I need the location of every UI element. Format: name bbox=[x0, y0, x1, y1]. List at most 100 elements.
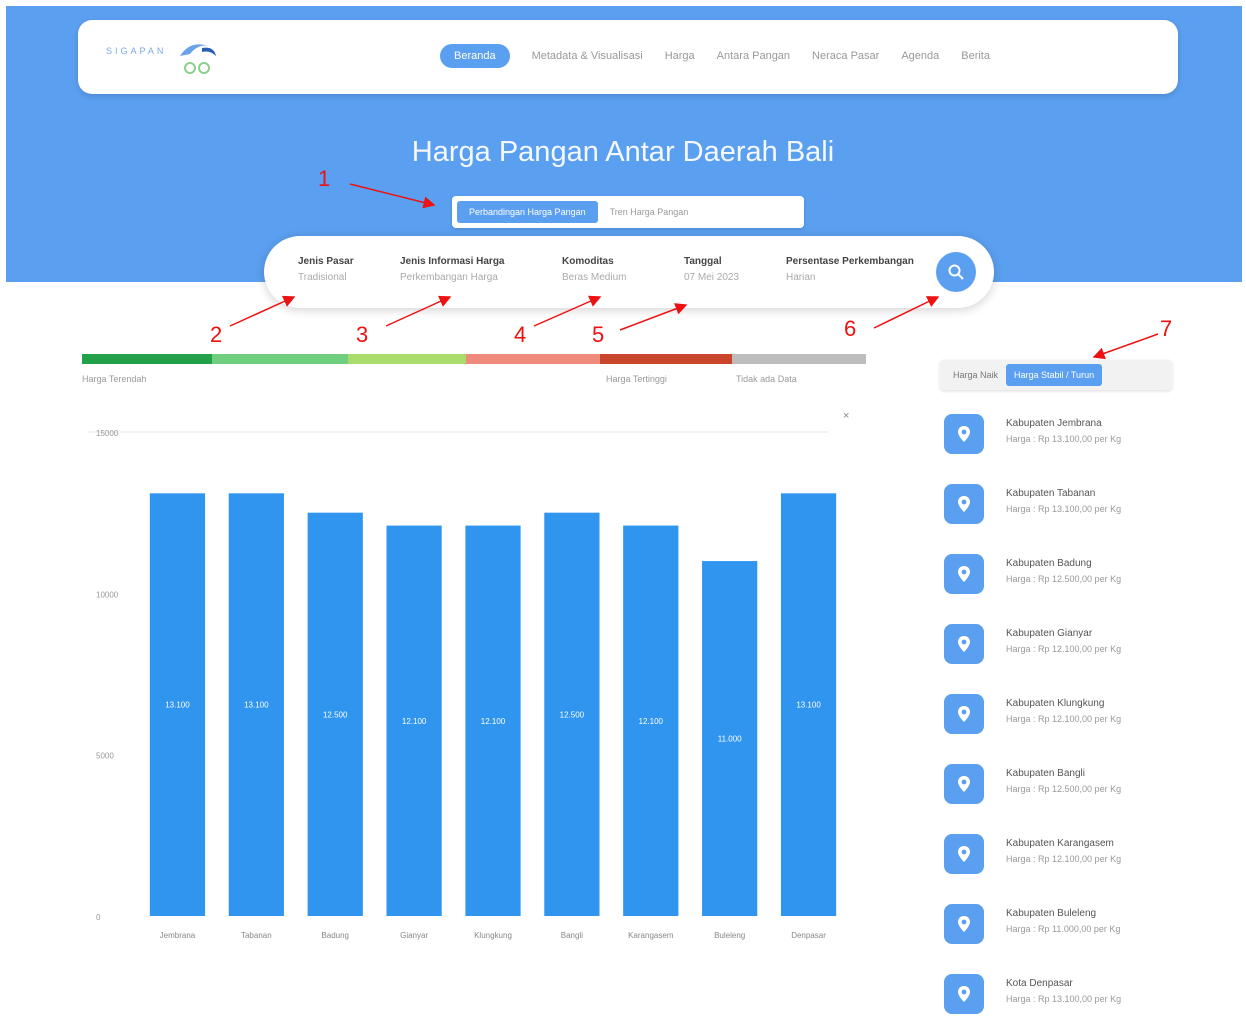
bar-value-label: 13.100 bbox=[244, 701, 269, 710]
region-name: Kabupaten Jembrana bbox=[1006, 418, 1102, 429]
legend-segment bbox=[732, 354, 866, 364]
region-price: Harga : Rp 12.100,00 per Kg bbox=[1006, 854, 1122, 864]
list-item[interactable]: Kabupaten Badung Harga : Rp 12.500,00 per… bbox=[944, 544, 1184, 604]
list-item[interactable]: Kabupaten Jembrana Harga : Rp 13.100,00 p… bbox=[944, 404, 1184, 464]
bar-value-label: 12.500 bbox=[323, 710, 348, 719]
x-tick-label: Denpasar bbox=[791, 931, 826, 940]
tab-trend[interactable]: Tren Harga Pangan bbox=[598, 201, 701, 223]
logo-mark-icon bbox=[180, 44, 216, 74]
nav-item-harga[interactable]: Harga bbox=[665, 50, 695, 62]
region-name: Kabupaten Klungkung bbox=[1006, 698, 1105, 709]
x-tick-label: Tabanan bbox=[241, 931, 272, 940]
price-legend-bar bbox=[82, 354, 866, 364]
filter-label: Jenis Informasi Harga bbox=[400, 256, 505, 267]
list-item[interactable]: Kabupaten Buleleng Harga : Rp 11.000,00 p… bbox=[944, 894, 1184, 954]
filter-label: Komoditas bbox=[562, 256, 614, 267]
nav-item-antara-pangan[interactable]: Antara Pangan bbox=[717, 50, 790, 62]
region-price: Harga : Rp 12.100,00 per Kg bbox=[1006, 714, 1122, 724]
x-tick-label: Klungkung bbox=[474, 931, 512, 940]
legend-segment bbox=[348, 354, 466, 364]
filter-market-type[interactable]: Jenis Pasar Tradisional bbox=[298, 256, 354, 283]
tab-comparison[interactable]: Perbandingan Harga Pangan bbox=[457, 201, 598, 223]
legend-segment bbox=[82, 354, 212, 364]
bar-value-label: 12.500 bbox=[560, 710, 585, 719]
legend-label-nodata: Tidak ada Data bbox=[736, 374, 797, 384]
region-name: Kabupaten Tabanan bbox=[1006, 488, 1096, 499]
tab-price-up[interactable]: Harga Naik bbox=[945, 364, 1006, 386]
annotation-label: 5 bbox=[592, 322, 605, 347]
region-name: Kabupaten Bangli bbox=[1006, 768, 1085, 779]
list-item[interactable]: Kabupaten Karangasem Harga : Rp 12.100,00… bbox=[944, 824, 1184, 884]
nav-item-beranda[interactable]: Beranda bbox=[440, 44, 510, 68]
nav-item-berita[interactable]: Berita bbox=[961, 50, 990, 62]
location-pin-icon bbox=[944, 554, 984, 594]
filter-value: Perkembangan Harga bbox=[400, 272, 498, 283]
filter-value: Harian bbox=[786, 272, 816, 283]
list-item[interactable]: Kabupaten Klungkung Harga : Rp 12.100,00 … bbox=[944, 684, 1184, 744]
region-price: Harga : Rp 13.100,00 per Kg bbox=[1006, 434, 1122, 444]
region-price: Harga : Rp 12.500,00 per Kg bbox=[1006, 784, 1122, 794]
bar-value-label: 13.100 bbox=[796, 701, 821, 710]
legend-label-high: Harga Tertinggi bbox=[606, 374, 667, 384]
location-pin-icon bbox=[944, 974, 984, 1014]
legend-segment bbox=[466, 354, 600, 364]
nav-menu: Beranda Metadata & Visualisasi Harga Antara… bbox=[440, 44, 1012, 68]
x-tick-label: Badung bbox=[321, 931, 349, 940]
filter-label: Persentase Perkembangan bbox=[786, 256, 914, 267]
filter-label: Jenis Pasar bbox=[298, 256, 354, 267]
filter-price-info[interactable]: Jenis Informasi Harga Perkembangan Harga bbox=[400, 256, 504, 283]
filter-date[interactable]: Tanggal 07 Mei 2023 bbox=[684, 256, 739, 283]
price-bar-chart: 0 5000 10000 15000 13.100 Jembrana 13.100 Taban… bbox=[88, 402, 868, 962]
logo[interactable]: SIGAPAN bbox=[106, 34, 226, 80]
location-pin-icon bbox=[944, 624, 984, 664]
y-tick-label: 5000 bbox=[96, 752, 114, 761]
x-tick-label: Bangli bbox=[561, 931, 583, 940]
filter-value: 07 Mei 2023 bbox=[684, 272, 740, 283]
x-tick-label: Karangasem bbox=[628, 931, 674, 940]
y-tick-label: 10000 bbox=[96, 590, 119, 599]
annotation-label: 2 bbox=[210, 322, 223, 347]
bar-value-label: 12.100 bbox=[481, 717, 506, 726]
filter-commodity[interactable]: Komoditas Beras Medium bbox=[562, 256, 626, 283]
x-tick-label: Gianyar bbox=[400, 931, 428, 940]
search-icon bbox=[948, 264, 964, 280]
nav-item-neraca-pasar[interactable]: Neraca Pasar bbox=[812, 50, 879, 62]
bar-value-label: 13.100 bbox=[165, 701, 190, 710]
region-name: Kota Denpasar bbox=[1006, 978, 1073, 989]
filter-value: Tradisional bbox=[298, 272, 347, 283]
annotation-label: 1 bbox=[318, 166, 331, 191]
nav-item-metadata-visualisasi[interactable]: Metadata & Visualisasi bbox=[532, 50, 643, 62]
legend-segment bbox=[212, 354, 348, 364]
list-item[interactable]: Kabupaten Bangli Harga : Rp 12.500,00 per… bbox=[944, 754, 1184, 814]
location-pin-icon bbox=[944, 834, 984, 874]
annotation-label: 7 bbox=[1160, 316, 1173, 341]
search-button[interactable] bbox=[936, 252, 976, 292]
region-price: Harga : Rp 12.100,00 per Kg bbox=[1006, 644, 1122, 654]
filter-bar: Jenis Pasar Tradisional Jenis Informasi … bbox=[264, 236, 994, 308]
bar-value-label: 12.100 bbox=[402, 717, 427, 726]
price-status-tabs: Harga Naik Harga Stabil / Turun bbox=[940, 360, 1172, 390]
nav-item-agenda[interactable]: Agenda bbox=[901, 50, 939, 62]
list-item[interactable]: Kabupaten Tabanan Harga : Rp 13.100,00 pe… bbox=[944, 474, 1184, 534]
region-price: Harga : Rp 11.000,00 per Kg bbox=[1006, 924, 1121, 934]
region-name: Kabupaten Gianyar bbox=[1006, 628, 1093, 639]
annotation-label: 4 bbox=[514, 322, 527, 347]
legend-segment bbox=[600, 354, 732, 364]
list-item[interactable]: Kabupaten Gianyar Harga : Rp 12.100,00 pe… bbox=[944, 614, 1184, 674]
region-price: Harga : Rp 13.100,00 per Kg bbox=[1006, 504, 1122, 514]
bar-value-label: 12.100 bbox=[639, 717, 664, 726]
location-pin-icon bbox=[944, 414, 984, 454]
view-toggle: Perbandingan Harga Pangan Tren Harga Pan… bbox=[452, 196, 804, 228]
location-pin-icon bbox=[944, 694, 984, 734]
location-pin-icon bbox=[944, 764, 984, 804]
tab-price-stable[interactable]: Harga Stabil / Turun bbox=[1006, 364, 1103, 386]
annotation-label: 6 bbox=[844, 316, 857, 341]
chart-close-icon[interactable]: × bbox=[843, 410, 849, 422]
region-price: Harga : Rp 13.100,00 per Kg bbox=[1006, 994, 1122, 1004]
y-tick-label: 15000 bbox=[96, 429, 119, 438]
region-name: Kabupaten Karangasem bbox=[1006, 838, 1114, 849]
region-name: Kabupaten Badung bbox=[1006, 558, 1092, 569]
filter-growth-percentage[interactable]: Persentase Perkembangan Harian bbox=[786, 256, 914, 283]
logo-text: SIGAPAN bbox=[106, 46, 167, 56]
list-item[interactable]: Kota Denpasar Harga : Rp 13.100,00 per Kg bbox=[944, 964, 1184, 1024]
